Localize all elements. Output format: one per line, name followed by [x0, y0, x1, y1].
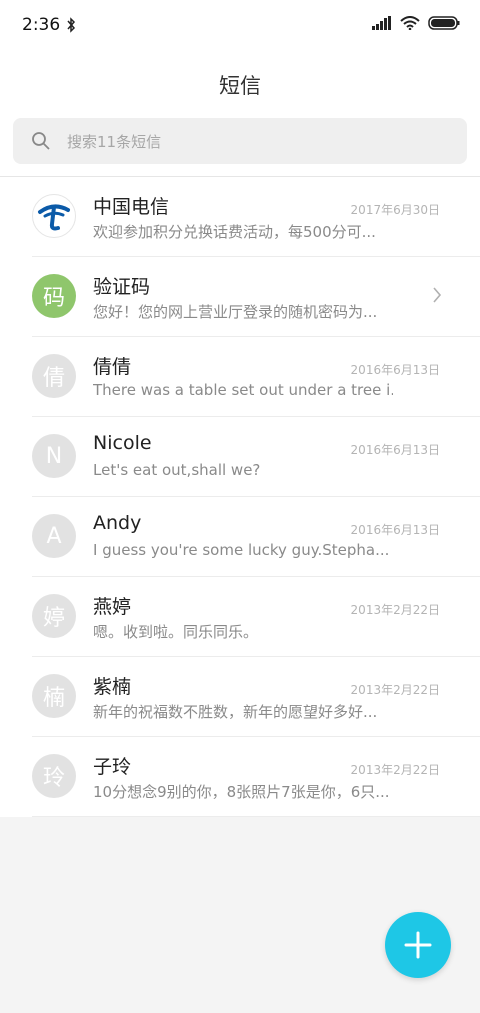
contact-name: 燕婷: [93, 596, 132, 618]
contact-name: 验证码: [93, 276, 151, 298]
message-date: 2013年2月22日: [350, 603, 440, 617]
avatar: 玲: [32, 754, 76, 798]
message-snippet: 新年的祝福数不胜数，新年的愿望好多好...: [93, 703, 378, 721]
message-date: 2013年2月22日: [350, 683, 440, 697]
contact-name: Nicole: [93, 432, 152, 454]
conversation-item[interactable]: 楠 紫楠 新年的祝福数不胜数，新年的愿望好多好... 2013年2月22日: [0, 657, 480, 737]
search-placeholder: 搜索11条短信: [67, 132, 162, 151]
message-date: 2016年6月13日: [350, 523, 440, 537]
avatar: 倩: [32, 354, 76, 398]
conversation-item[interactable]: A Andy I guess you're some lucky guy.Ste…: [0, 497, 480, 577]
search-bar[interactable]: 搜索11条短信: [13, 118, 467, 164]
conversation-item[interactable]: 玲 子玲 10分想念9别的你，8张照片7张是你，6只... 2013年2月22日: [0, 737, 480, 817]
message-snippet: I guess you're some lucky guy.Stepha...: [93, 541, 390, 559]
status-bar: 2:36: [0, 0, 480, 52]
battery-icon: [428, 16, 460, 30]
signal-icon: [372, 16, 391, 30]
status-time: 2:36: [22, 15, 76, 35]
avatar: A: [32, 514, 76, 558]
message-date: 2017年6月30日: [350, 203, 440, 217]
avatar: N: [32, 434, 76, 478]
message-snippet: There was a table set out under a tree i…: [93, 381, 393, 399]
conversation-item[interactable]: 倩 倩倩 There was a table set out under a t…: [0, 337, 480, 417]
conversation-item[interactable]: N Nicole Let's eat out,shall we? 2016年6月…: [0, 417, 480, 497]
message-snippet: 欢迎参加积分兑换话费活动，每500分可...: [93, 223, 376, 241]
message-snippet: 嗯。收到啦。同乐同乐。: [93, 623, 259, 641]
message-date: 2016年6月13日: [350, 443, 440, 457]
china-telecom-logo-icon: [32, 194, 76, 238]
avatar: 码: [32, 274, 76, 318]
conversation-list: 中国电信 欢迎参加积分兑换话费活动，每500分可... 2017年6月30日 码…: [0, 177, 480, 817]
message-snippet: 10分想念9别的你，8张照片7张是你，6只...: [93, 783, 390, 801]
contact-name: 倩倩: [93, 356, 132, 378]
page-title: 短信: [219, 74, 261, 98]
message-date: 2016年6月13日: [350, 363, 440, 377]
message-snippet: Let's eat out,shall we?: [93, 461, 261, 479]
new-message-button[interactable]: [385, 912, 451, 978]
contact-name: 紫楠: [93, 676, 132, 698]
clock: 2:36: [22, 15, 61, 35]
chevron-right-icon: [433, 287, 442, 303]
bluetooth-icon: [67, 17, 76, 33]
wifi-icon: [400, 16, 420, 30]
contact-name: Andy: [93, 512, 142, 534]
message-date: 2013年2月22日: [350, 763, 440, 777]
contact-name: 子玲: [93, 756, 132, 778]
top-area: 2:36 短信 搜索11条短信: [0, 0, 480, 177]
conversation-item[interactable]: 婷 燕婷 嗯。收到啦。同乐同乐。 2013年2月22日: [0, 577, 480, 657]
plus-icon: [404, 931, 432, 959]
search-icon: [32, 132, 50, 150]
conversation-item[interactable]: 码 验证码 您好！您的网上营业厅登录的随机密码为...: [0, 257, 480, 337]
row-divider: [32, 816, 480, 817]
avatar: 楠: [32, 674, 76, 718]
avatar: 婷: [32, 594, 76, 638]
message-snippet: 您好！您的网上营业厅登录的随机密码为...: [93, 303, 378, 321]
contact-name: 中国电信: [93, 196, 170, 218]
conversation-item[interactable]: 中国电信 欢迎参加积分兑换话费活动，每500分可... 2017年6月30日: [0, 177, 480, 257]
